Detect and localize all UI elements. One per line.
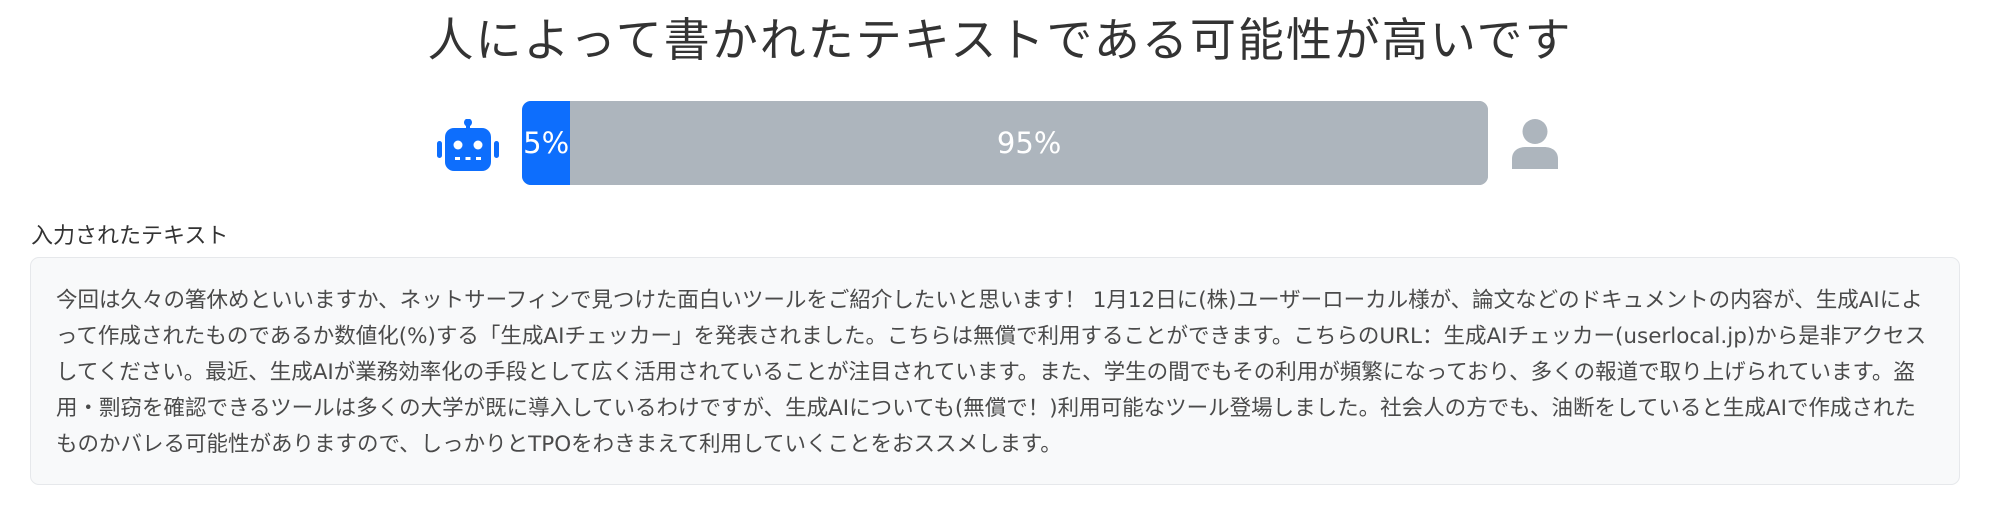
robot-icon	[437, 119, 499, 171]
ai-percent-bar: 5%	[522, 101, 571, 185]
ai-probability-progress: 5% 95%	[522, 101, 1488, 185]
ai-percent-label: 5%	[523, 126, 570, 160]
result-title: 人によって書かれたテキストである可能性が高いです	[427, 13, 1573, 67]
input-text-display: 今回は久々の箸休めといいますか、ネットサーフィンで見つけた面白いツールをご紹介し…	[30, 257, 1960, 485]
input-text-label: 入力されたテキスト	[31, 224, 229, 249]
ai-human-meter: 5% 95%	[0, 101, 2000, 185]
user-icon	[1512, 119, 1558, 169]
human-percent-bar: 95%	[570, 101, 1488, 185]
human-percent-label: 95%	[996, 126, 1062, 160]
